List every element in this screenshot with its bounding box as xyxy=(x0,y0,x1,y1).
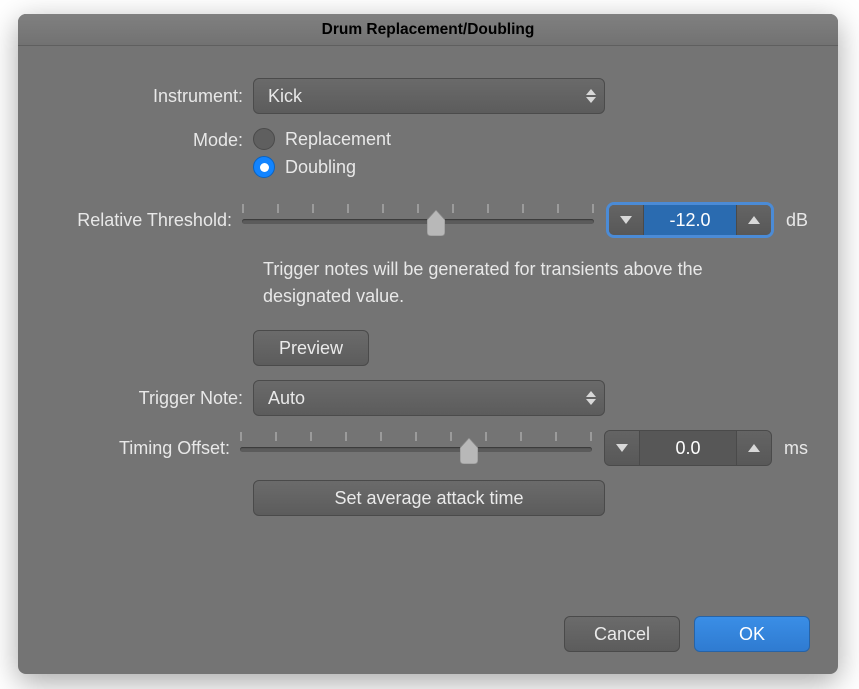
stepper-decrement[interactable] xyxy=(605,431,639,465)
preview-button[interactable]: Preview xyxy=(253,330,369,366)
threshold-unit: dB xyxy=(786,210,808,231)
set-average-attack-time-button[interactable]: Set average attack time xyxy=(253,480,605,516)
offset-unit: ms xyxy=(784,438,808,459)
instrument-label: Instrument: xyxy=(48,86,253,107)
window-title: Drum Replacement/Doubling xyxy=(322,21,535,39)
relative-threshold-label: Relative Threshold: xyxy=(48,210,242,231)
stepper-increment[interactable] xyxy=(737,205,771,235)
trigger-note-value: Auto xyxy=(268,388,305,409)
stepper-decrement[interactable] xyxy=(609,205,643,235)
mode-label: Mode: xyxy=(48,128,253,151)
instrument-value: Kick xyxy=(268,86,302,107)
mode-doubling-label: Doubling xyxy=(285,157,356,178)
timing-offset-label: Timing Offset: xyxy=(48,438,240,459)
relative-threshold-stepper[interactable]: -12.0 xyxy=(606,202,774,238)
relative-threshold-value[interactable]: -12.0 xyxy=(644,205,736,235)
cancel-button[interactable]: Cancel xyxy=(564,616,680,652)
dialog-footer: Cancel OK xyxy=(564,616,810,652)
trigger-note-label: Trigger Note: xyxy=(48,388,253,409)
updown-icon xyxy=(586,391,596,405)
timing-offset-slider[interactable] xyxy=(240,430,592,466)
dialog-window: Drum Replacement/Doubling Instrument: Ki… xyxy=(18,14,838,674)
mode-option-doubling[interactable]: Doubling xyxy=(253,156,391,178)
updown-icon xyxy=(586,89,596,103)
trigger-note-popup[interactable]: Auto xyxy=(253,380,605,416)
radio-icon xyxy=(253,128,275,150)
radio-icon xyxy=(253,156,275,178)
mode-option-replacement[interactable]: Replacement xyxy=(253,128,391,150)
title-bar: Drum Replacement/Doubling xyxy=(18,14,838,46)
relative-threshold-slider[interactable] xyxy=(242,202,594,238)
threshold-help-text: Trigger notes will be generated for tran… xyxy=(263,256,783,310)
instrument-popup[interactable]: Kick xyxy=(253,78,605,114)
dialog-content: Instrument: Kick Mode: Replacement xyxy=(18,46,838,516)
timing-offset-stepper[interactable]: 0.0 xyxy=(604,430,772,466)
stepper-increment[interactable] xyxy=(737,431,771,465)
timing-offset-value[interactable]: 0.0 xyxy=(640,431,736,465)
ok-button[interactable]: OK xyxy=(694,616,810,652)
mode-replacement-label: Replacement xyxy=(285,129,391,150)
